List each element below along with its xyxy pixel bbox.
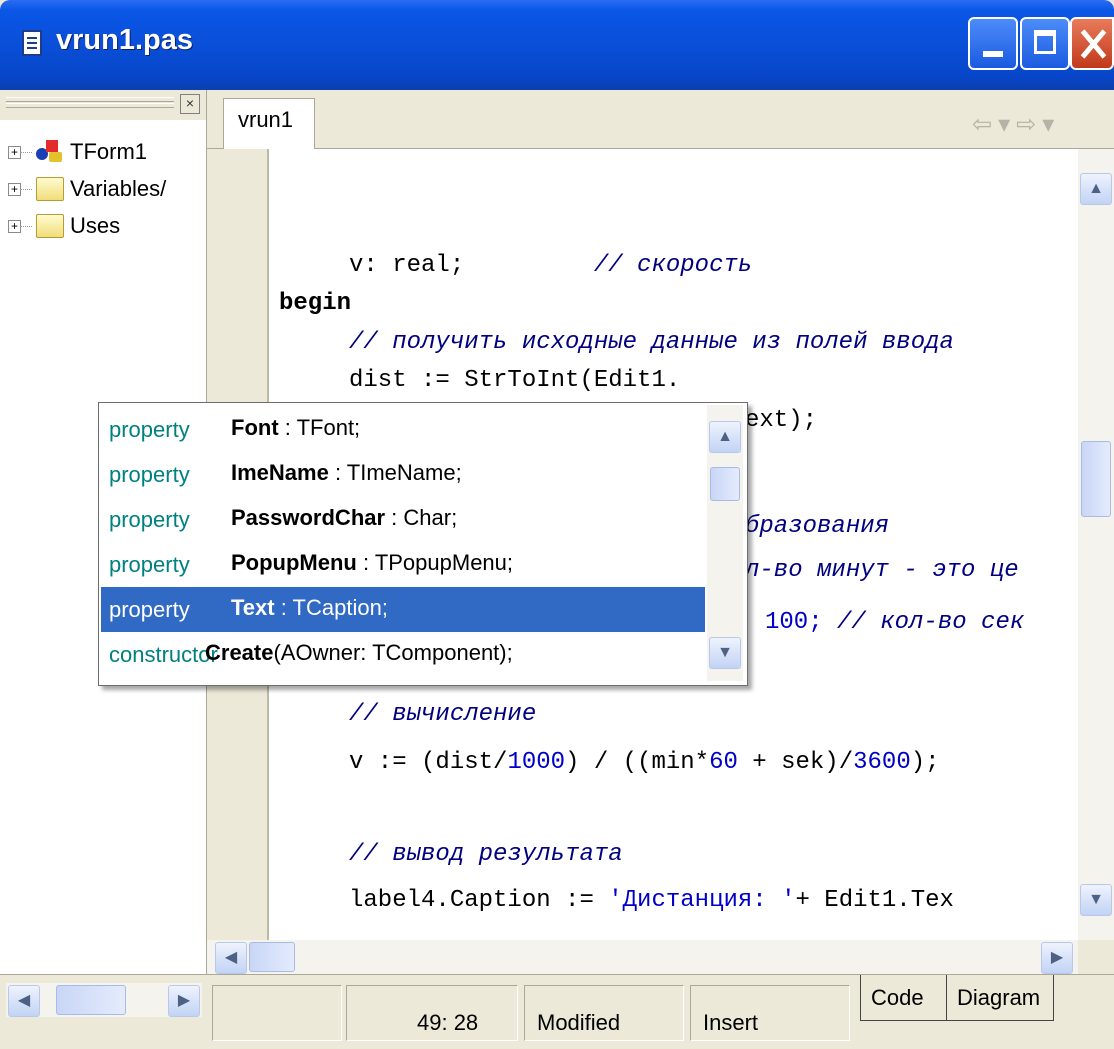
- status-panel: [212, 985, 342, 1041]
- code-line: begin: [279, 290, 352, 317]
- completion-item[interactable]: constructor Create(AOwner: TComponent);: [101, 632, 705, 677]
- scroll-left-icon[interactable]: ◀: [215, 942, 247, 974]
- chevron-down-icon[interactable]: ▾: [998, 111, 1016, 138]
- insert-mode-indicator: Insert: [690, 985, 850, 1041]
- scroll-down-icon[interactable]: ▼: [709, 637, 741, 669]
- minimize-button[interactable]: [968, 17, 1018, 70]
- tree-node-label: Variables/: [70, 176, 167, 201]
- document-icon: [22, 30, 42, 56]
- tab-code[interactable]: Code: [860, 975, 948, 1021]
- code-line: v := (dist/1000) / ((min*60 + sek)/3600)…: [349, 749, 940, 776]
- completion-scrollbar[interactable]: ▲ ▼: [707, 405, 743, 681]
- code-line: ext);: [745, 407, 818, 434]
- code-line: // вычисление: [349, 701, 537, 728]
- scroll-up-icon[interactable]: ▲: [1080, 173, 1112, 205]
- completion-item[interactable]: property ImeName : TImeName;: [101, 452, 705, 497]
- horizontal-scrollbar[interactable]: ◀ ▶: [207, 940, 1078, 974]
- completion-item[interactable]: property Font : TFont;: [101, 407, 705, 452]
- scroll-thumb[interactable]: [249, 942, 295, 972]
- code-line: // вывод результата: [349, 841, 623, 868]
- explorer-header: ×: [0, 90, 206, 120]
- status-bar: ◀ ▶ 49: 28 Modified Insert Code Diagram: [0, 974, 1114, 1049]
- scroll-right-icon[interactable]: ▶: [1041, 942, 1073, 974]
- scroll-thumb[interactable]: [56, 985, 126, 1015]
- code-line: л-во минут - это це: [745, 557, 1019, 584]
- tab-label: vrun1: [238, 107, 294, 132]
- forward-arrow-icon[interactable]: ⇨: [1016, 111, 1042, 138]
- code-line: dist := StrToInt(Edit1.: [349, 367, 681, 394]
- code-completion-popup: property Font : TFont; property ImeName …: [98, 402, 748, 686]
- form-icon: [36, 138, 64, 164]
- dock-grip[interactable]: [6, 103, 174, 108]
- vertical-scrollbar[interactable]: ▲ ▼: [1078, 149, 1114, 940]
- tree-node-uses[interactable]: + Uses: [0, 206, 206, 243]
- close-icon: [1080, 29, 1106, 59]
- code-line: label4.Caption := 'Дистанция: '+ Edit1.T…: [349, 887, 954, 914]
- tree-node-variables[interactable]: + Variables/: [0, 169, 206, 206]
- tree-node-tform1[interactable]: + TForm1: [0, 132, 206, 169]
- window-title: vrun1.pas: [56, 24, 193, 56]
- editor-tab-bar: vrun1 ⇦▾⇨▾: [207, 90, 1114, 149]
- completion-item-selected[interactable]: property Text : TCaption;: [101, 587, 705, 632]
- chevron-down-icon[interactable]: ▾: [1042, 111, 1060, 138]
- code-line: бразования: [745, 513, 890, 540]
- scroll-down-icon[interactable]: ▼: [1080, 884, 1112, 916]
- scroll-thumb[interactable]: [710, 467, 740, 501]
- cursor-position: 49: 28: [346, 985, 518, 1041]
- modified-indicator: Modified: [524, 985, 684, 1041]
- navigation-arrows: ⇦▾⇨▾: [972, 110, 1060, 139]
- completion-item[interactable]: property PasswordChar : Char;: [101, 497, 705, 542]
- explorer-horizontal-scrollbar[interactable]: ◀ ▶: [6, 983, 202, 1017]
- close-button[interactable]: [1070, 17, 1114, 70]
- scroll-left-icon[interactable]: ◀: [8, 985, 40, 1017]
- explorer-tree: + TForm1 + Variables/ + Uses: [0, 132, 206, 243]
- maximize-icon: [1034, 30, 1056, 54]
- completion-item[interactable]: property PopupMenu : TPopupMenu;: [101, 542, 705, 587]
- back-arrow-icon[interactable]: ⇦: [972, 111, 998, 138]
- tab-diagram[interactable]: Diagram: [946, 975, 1054, 1021]
- code-line: 100; // кол-во сек: [765, 609, 1025, 636]
- folder-icon: [36, 177, 64, 201]
- scroll-right-icon[interactable]: ▶: [168, 985, 200, 1017]
- code-line: // получить исходные данные из полей вво…: [349, 329, 954, 356]
- tree-node-label: TForm1: [70, 139, 147, 164]
- scroll-thumb[interactable]: [1081, 441, 1111, 517]
- title-bar[interactable]: vrun1.pas: [0, 0, 1114, 90]
- scroll-up-icon[interactable]: ▲: [709, 421, 741, 453]
- tree-node-label: Uses: [70, 213, 121, 238]
- maximize-button[interactable]: [1020, 17, 1070, 70]
- code-line: v: real; // скорость: [349, 252, 753, 279]
- dock-grip[interactable]: [6, 97, 174, 102]
- explorer-close-button[interactable]: ×: [180, 94, 200, 114]
- tab-vrun1[interactable]: vrun1: [223, 98, 315, 149]
- minimize-icon: [983, 51, 1003, 57]
- folder-icon: [36, 214, 64, 238]
- ide-window: vrun1.pas × + TForm1 + Variables/ + Uses…: [0, 0, 1114, 1049]
